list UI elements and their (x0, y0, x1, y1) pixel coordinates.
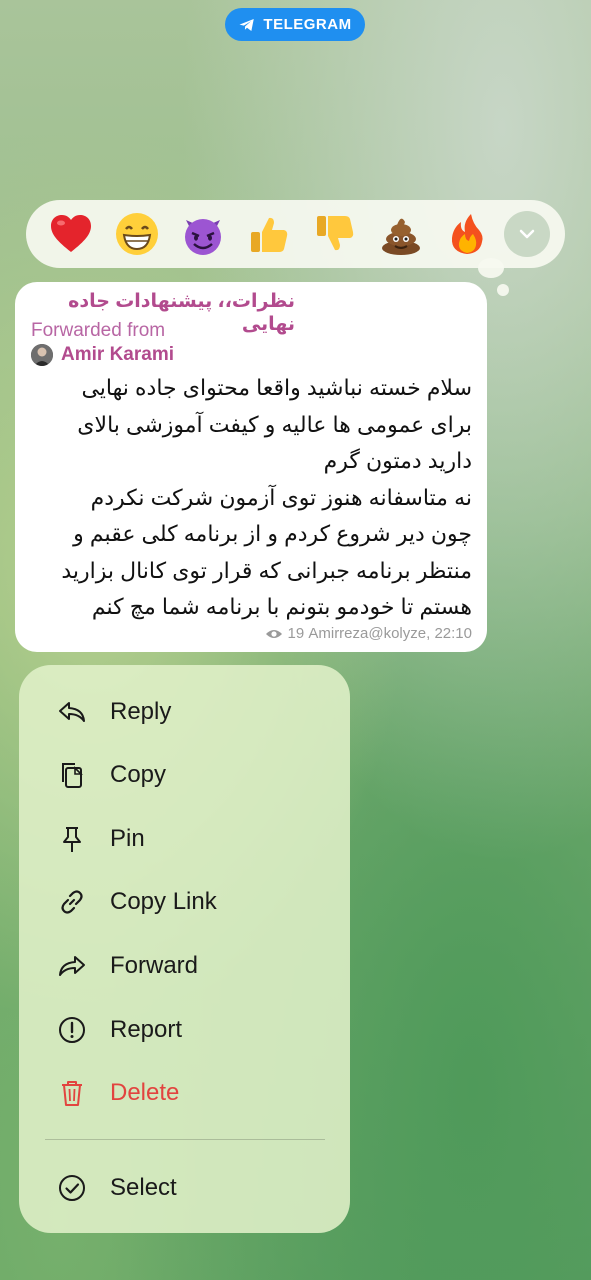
forwarded-author-name[interactable]: Amir Karami (61, 344, 174, 366)
telegram-badge-label: TELEGRAM (263, 16, 352, 33)
message-time: 22:10 (434, 625, 472, 642)
pin-icon (56, 823, 88, 855)
menu-label-report: Report (110, 1016, 183, 1043)
message-meta: 19 Amirreza@kolyze, 22:10 (265, 625, 472, 642)
copy-icon (56, 759, 88, 791)
thumbs-up-icon (251, 217, 288, 252)
menu-item-report[interactable]: Report (19, 1001, 350, 1059)
menu-label-copy: Copy (110, 761, 167, 788)
fire-icon (451, 214, 483, 254)
grinning-face-icon (116, 213, 158, 255)
message-line: دارید دمتون گرم (323, 448, 472, 473)
telegram-badge: TELEGRAM (225, 8, 365, 41)
thumbs-down-icon (317, 216, 354, 251)
menu-divider (45, 1139, 325, 1140)
smiling-devil-icon (185, 219, 221, 255)
context-menu: Reply Copy Pin Copy Link Forward Report (19, 665, 350, 1233)
report-icon (56, 1014, 88, 1046)
message-bubble[interactable]: نظرات،، پیشنهادات جاده نهایی Forwarded f… (15, 282, 487, 652)
menu-label-pin: Pin (110, 825, 145, 852)
reaction-poo[interactable] (368, 204, 434, 264)
reaction-fire[interactable] (434, 204, 500, 264)
trash-icon (56, 1077, 88, 1109)
menu-label-copy-link: Copy Link (110, 888, 217, 915)
menu-item-copy[interactable]: Copy (19, 746, 350, 804)
menu-label-select: Select (110, 1174, 177, 1201)
expand-reactions-button[interactable] (504, 211, 550, 257)
reply-icon (56, 696, 88, 728)
red-heart-icon (51, 215, 91, 252)
menu-label-delete: Delete (110, 1079, 180, 1106)
message-line: سلام خسته نباشید واقعا محتوای جاده نهایی (81, 375, 472, 400)
message-author-signature: Amirreza@kolyze, (308, 625, 431, 642)
menu-item-pin[interactable]: Pin (19, 810, 350, 868)
reaction-grin[interactable] (104, 204, 170, 264)
menu-item-forward[interactable]: Forward (19, 937, 350, 995)
reaction-bubble-tail (478, 258, 504, 278)
reaction-bubble-tail-dot (497, 284, 509, 296)
reaction-thumbs-up[interactable] (236, 204, 302, 264)
reaction-devil[interactable] (170, 204, 236, 264)
forwarded-label: Forwarded from (31, 320, 166, 341)
view-count: 19 (287, 625, 305, 642)
pile-of-poo-icon (382, 218, 420, 255)
menu-item-copy-link[interactable]: Copy Link (19, 873, 350, 931)
message-text: سلام خسته نباشید واقعا محتوای جاده نهایی… (32, 370, 472, 626)
menu-item-delete[interactable]: Delete (19, 1064, 350, 1122)
message-line: منتظر برنامه جبرانی که قرار توی کانال بز… (61, 557, 472, 583)
telegram-icon (239, 18, 255, 31)
message-line: برای عمومی ها عالیه و کیفت آموزشی بالای (77, 411, 472, 437)
avatar (31, 344, 53, 366)
eye-icon (265, 629, 282, 638)
menu-label-forward: Forward (110, 952, 199, 979)
chevron-down-icon (519, 229, 535, 239)
check-circle-icon (56, 1172, 88, 1204)
forwarded-from[interactable]: Amir Karami (31, 344, 174, 366)
forward-icon (56, 950, 88, 982)
menu-label-reply: Reply (110, 698, 172, 725)
menu-item-select[interactable]: Select (19, 1159, 350, 1217)
menu-item-reply[interactable]: Reply (19, 683, 350, 741)
reaction-bar (26, 200, 565, 268)
message-line: چون دیر شروع کردم و از برنامه کلی عقبم و (73, 521, 472, 546)
link-icon (56, 886, 88, 918)
message-line: نه متاسفانه هنوز توی آزمون شرکت نکردم (90, 484, 472, 510)
reaction-heart[interactable] (38, 204, 104, 264)
reaction-thumbs-down[interactable] (302, 204, 368, 264)
message-line: هستم تا خودمو بتونم با برنامه شما مچ کنم (91, 594, 472, 619)
